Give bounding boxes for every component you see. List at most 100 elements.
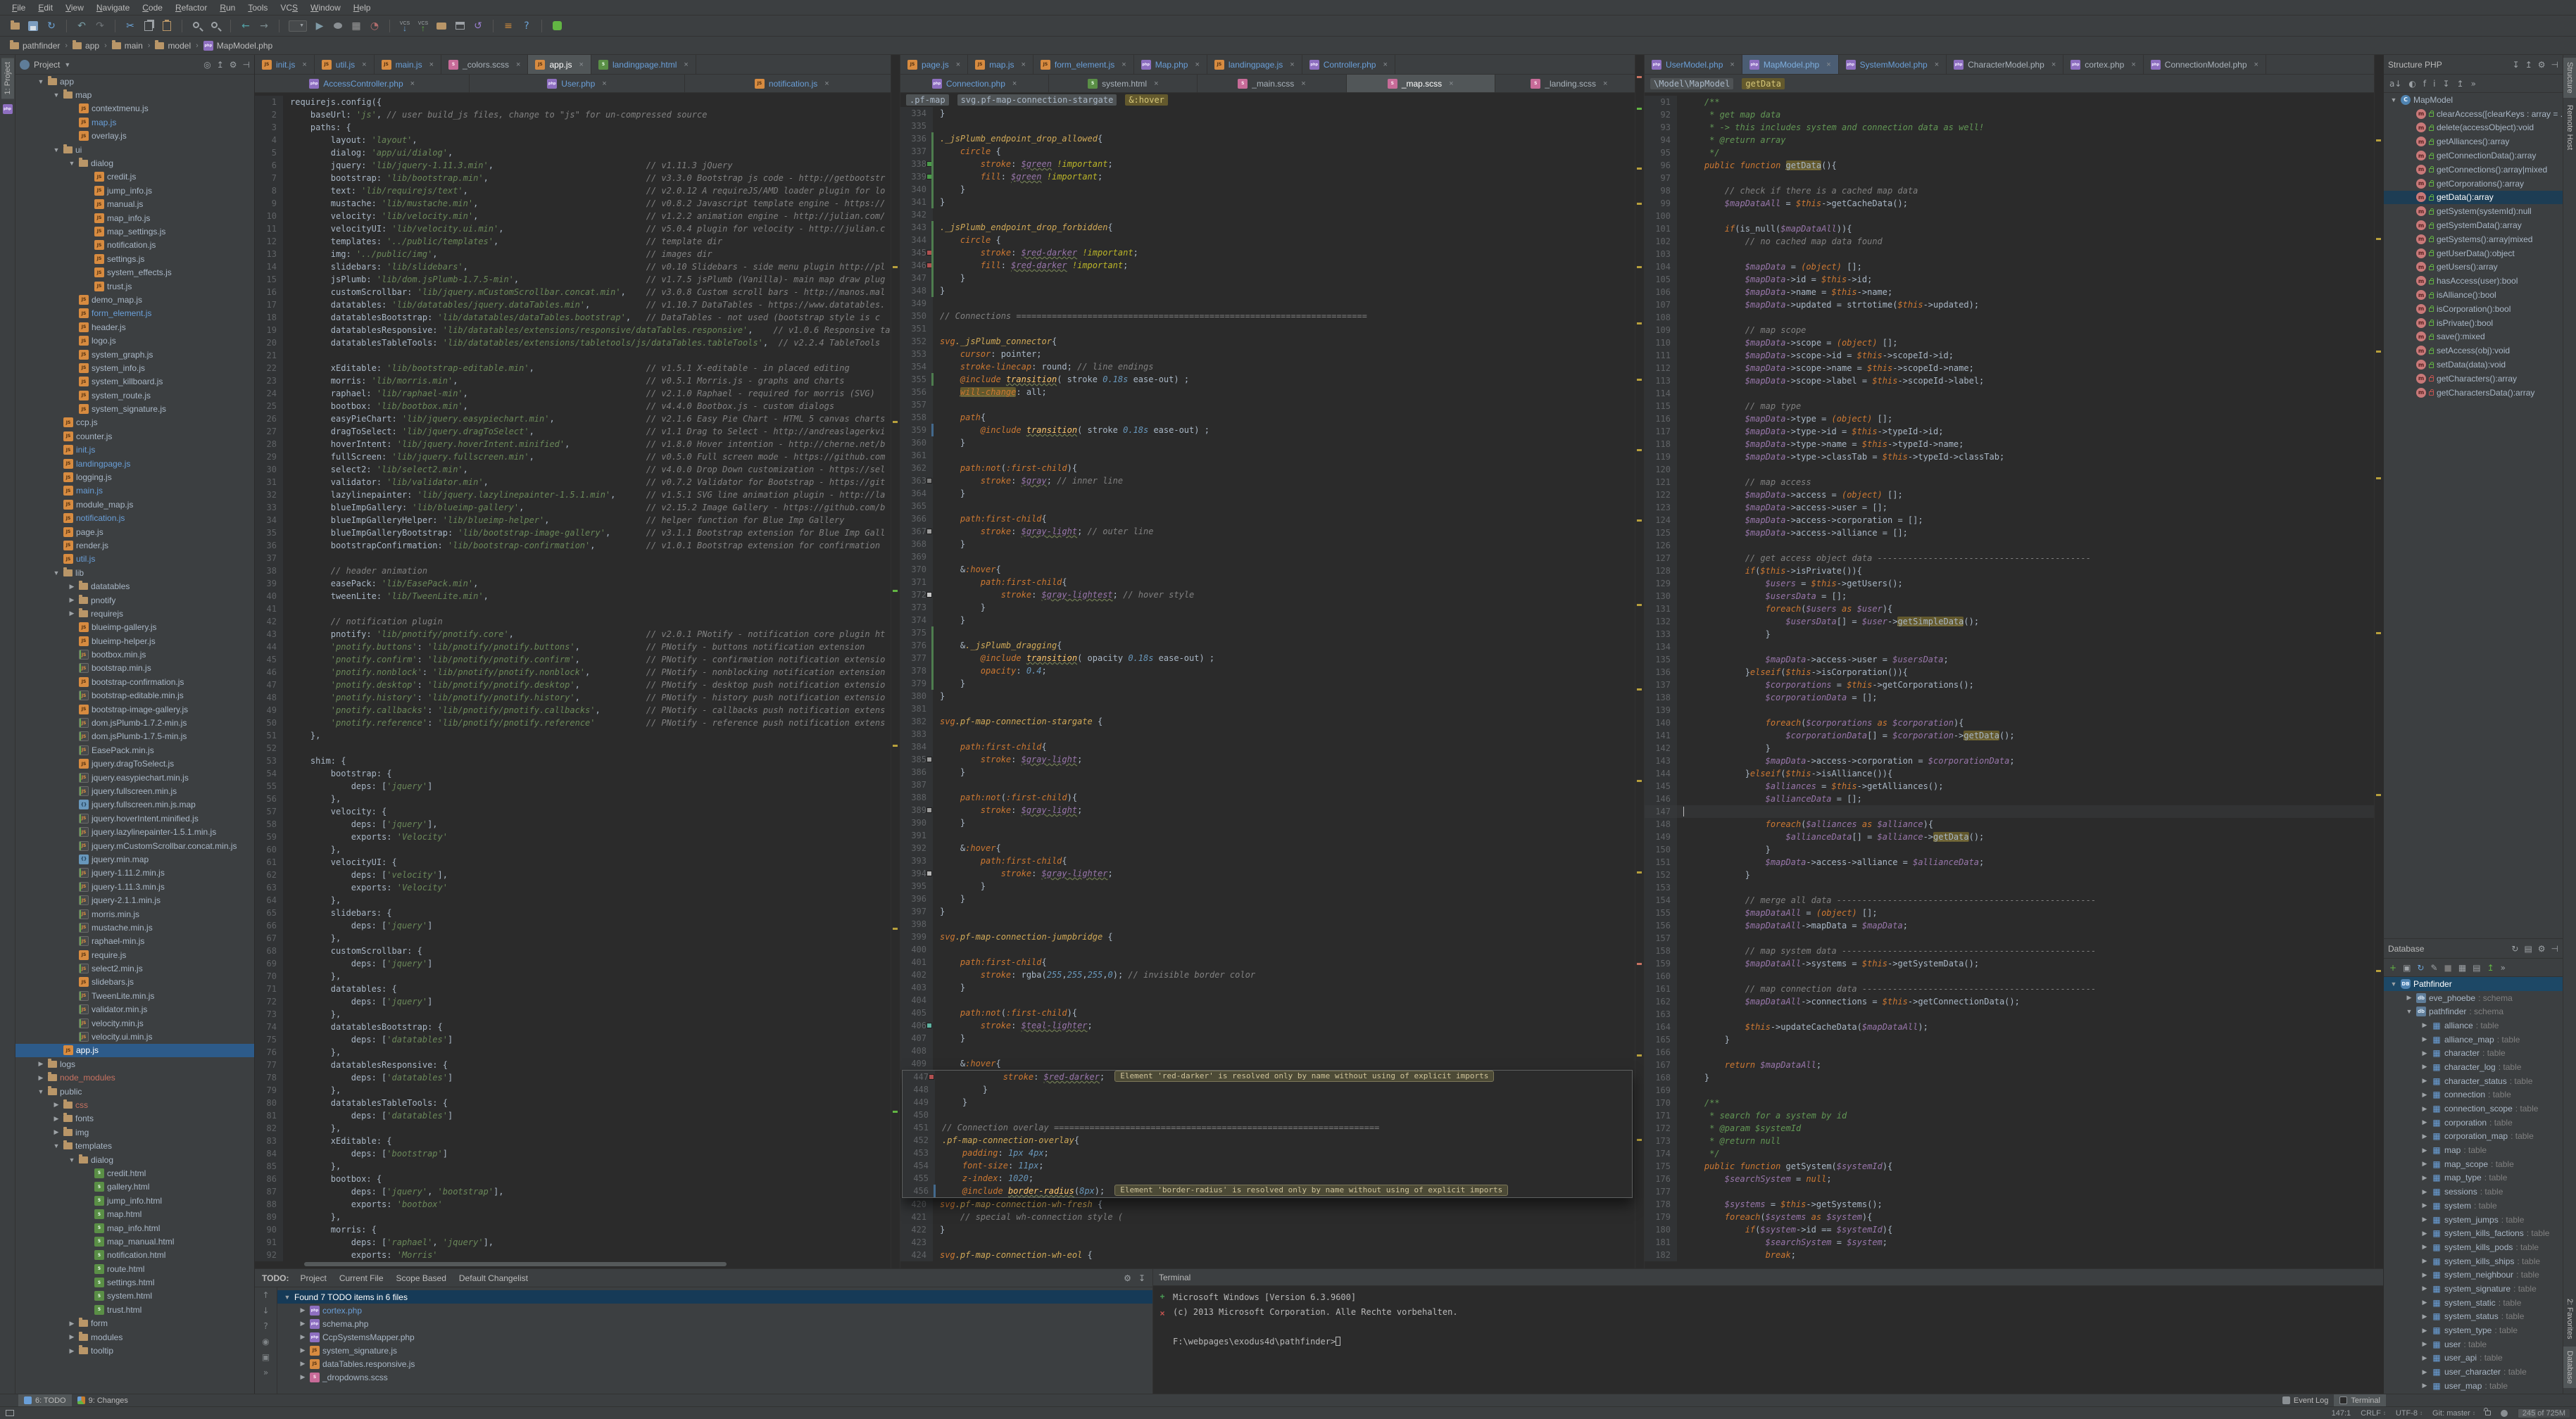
breadcrumb-chip[interactable]: &:hover xyxy=(1125,94,1168,106)
breadcrumb-chip[interactable]: svg.pf-map-connection-stargate xyxy=(957,94,1117,106)
close-tab-icon[interactable]: × xyxy=(602,80,606,88)
database-tree-row[interactable]: ▶▦character_status: table xyxy=(2384,1074,2563,1088)
close-tab-icon[interactable]: × xyxy=(956,61,960,69)
project-tree-row[interactable]: JSmap_settings.js xyxy=(15,225,254,238)
tab-MapModel.php[interactable]: phpMapModel.php× xyxy=(1742,55,1839,74)
encoding-selector[interactable]: UTF-8↕ xyxy=(2396,1409,2423,1418)
save-all-icon[interactable] xyxy=(25,18,41,34)
project-tree-row[interactable]: JSmain.js xyxy=(15,484,254,498)
tool-button-remote-host[interactable]: Remote Host xyxy=(2563,101,2576,154)
settings-icon[interactable]: ⚙ xyxy=(1124,1273,1131,1283)
project-tree-row[interactable]: ▶datatables xyxy=(15,579,254,593)
database-tree-row[interactable]: ▶▦character_log: table xyxy=(2384,1060,2563,1074)
more-icon[interactable]: » xyxy=(2471,79,2476,89)
tree-expander-icon[interactable]: ▼ xyxy=(2389,980,2398,988)
project-tree-row[interactable]: ▶css xyxy=(15,1098,254,1111)
project-tree-row[interactable]: JSsystem_route.js xyxy=(15,389,254,402)
project-tree-row[interactable]: JSsystem_killboard.js xyxy=(15,375,254,389)
structure-tree-row[interactable]: mgetSystem(systemId):null xyxy=(2384,204,2563,218)
close-tab-icon[interactable]: × xyxy=(1195,61,1199,69)
settings-icon[interactable]: ⚙ xyxy=(2538,944,2546,954)
breadcrumb-item[interactable]: main xyxy=(109,41,146,51)
tree-expander-icon[interactable]: ▶ xyxy=(2420,1230,2429,1237)
close-tab-icon[interactable]: × xyxy=(516,61,520,69)
database-tree-row[interactable]: ▶▦system_kills_pods: table xyxy=(2384,1240,2563,1254)
tree-expander-icon[interactable]: ▶ xyxy=(299,1373,307,1381)
tab-landingpage.html[interactable]: 5landingpage.html× xyxy=(591,55,696,74)
tree-expander-icon[interactable]: ▶ xyxy=(299,1320,307,1327)
tool-button-6-todo[interactable]: 6: TODO xyxy=(18,1394,72,1407)
menu-vcs[interactable]: VCS xyxy=(274,0,304,15)
project-tree-row[interactable]: ▶form xyxy=(15,1317,254,1330)
tree-expander-icon[interactable]: ▶ xyxy=(2420,1035,2429,1043)
tab-Map.php[interactable]: phpMap.php× xyxy=(1134,55,1207,74)
forward-icon[interactable]: → xyxy=(256,18,272,34)
project-tree-row[interactable]: JSbootbox.min.js xyxy=(15,648,254,661)
tree-expander-icon[interactable]: ▶ xyxy=(52,1115,61,1123)
database-tree-row[interactable]: ▶▦user_character: table xyxy=(2384,1365,2563,1379)
structure-tree-row[interactable]: mgetData():array xyxy=(2384,191,2563,205)
expand-all-icon[interactable]: ↧ xyxy=(2513,60,2520,70)
tab-CharacterModel.php[interactable]: phpCharacterModel.php× xyxy=(1947,55,2063,74)
preview-icon[interactable]: ↧ xyxy=(1138,1273,1145,1283)
tool-button-terminal[interactable]: Terminal xyxy=(2334,1394,2386,1407)
close-tab-icon[interactable]: × xyxy=(302,61,306,69)
structure-tree-row[interactable]: mhasAccess(user):bool xyxy=(2384,274,2563,288)
database-tree-row[interactable]: ▶▦connection: table xyxy=(2384,1088,2563,1102)
error-stripe-right[interactable] xyxy=(2374,55,2383,1268)
terminal-output[interactable]: Microsoft Windows [Version 6.3.9600](c) … xyxy=(1171,1286,1459,1354)
project-tree-row[interactable]: JSrender.js xyxy=(15,538,254,552)
structure-tree-row[interactable]: misPrivate():bool xyxy=(2384,316,2563,330)
tab-_main.scss[interactable]: S_main.scss× xyxy=(1198,75,1346,92)
project-tree-row[interactable]: JSbootstrap-image-gallery.js xyxy=(15,702,254,716)
project-tree-row[interactable]: 5map_info.html xyxy=(15,1221,254,1235)
close-tab-icon[interactable]: × xyxy=(1154,80,1158,88)
breadcrumb-item[interactable]: app xyxy=(70,41,102,51)
error-stripe-mark[interactable] xyxy=(2376,970,2381,972)
collapse-all-icon[interactable]: ↥ xyxy=(217,60,224,70)
project-tree-row[interactable]: JSblueimp-helper.js xyxy=(15,634,254,648)
tree-expander-icon[interactable]: ▶ xyxy=(2420,1077,2429,1085)
cut-icon[interactable]: ✂ xyxy=(122,18,138,34)
breadcrumb-item[interactable]: phpMapModel.php xyxy=(201,41,275,51)
tree-expander-icon[interactable]: ▼ xyxy=(52,92,61,99)
settings-icon[interactable]: ⚙ xyxy=(2538,60,2546,70)
tree-expander-icon[interactable]: ▶ xyxy=(2420,1299,2429,1306)
edit-icon[interactable]: ✎ xyxy=(2430,963,2437,973)
structure-tree-row[interactable]: mgetSystems():array|mixed xyxy=(2384,232,2563,246)
error-stripe-mark[interactable] xyxy=(893,928,898,930)
database-tree-row[interactable]: ▶▦user: table xyxy=(2384,1337,2563,1351)
shelve-icon[interactable] xyxy=(434,18,449,34)
menu-window[interactable]: Window xyxy=(304,0,347,15)
project-tree-row[interactable]: {}jquery.fullscreen.min.js.map xyxy=(15,798,254,812)
error-stripe-mark[interactable] xyxy=(1637,203,1642,205)
structure-tree-row[interactable]: ▼CMapModel xyxy=(2384,93,2563,107)
error-stripe-mark[interactable] xyxy=(1637,322,1642,324)
project-tree-row[interactable]: JSbootstrap-editable.min.js xyxy=(15,689,254,702)
project-tree-row[interactable]: JSvelocity.min.js xyxy=(15,1016,254,1030)
database-tree-row[interactable]: ▶▦alliance_map: table xyxy=(2384,1033,2563,1047)
project-tree-row[interactable]: 5trust.html xyxy=(15,1303,254,1316)
hide-icon[interactable]: ⊣ xyxy=(2551,60,2558,70)
replace-icon[interactable] xyxy=(208,18,223,34)
project-tree-row[interactable]: JSsystem_effects.js xyxy=(15,265,254,279)
menu-run[interactable]: Run xyxy=(213,0,241,15)
tab-notification.js[interactable]: JSnotification.js× xyxy=(685,75,900,92)
breadcrumb-item[interactable]: model xyxy=(152,41,194,51)
database-tree-row[interactable]: ▶▦system_type: table xyxy=(2384,1323,2563,1337)
open-folder-icon[interactable] xyxy=(7,18,23,34)
project-tree-row[interactable]: 5map_manual.html xyxy=(15,1235,254,1248)
menu-navigate[interactable]: Navigate xyxy=(90,0,136,15)
tree-expander-icon[interactable]: ▶ xyxy=(2420,1063,2429,1071)
menu-view[interactable]: View xyxy=(59,0,90,15)
tree-expander-icon[interactable]: ▶ xyxy=(37,1074,45,1082)
project-tree-row[interactable]: ▶logs xyxy=(15,1057,254,1071)
structure-tree-row[interactable]: misAlliance():bool xyxy=(2384,288,2563,302)
tree-expander-icon[interactable]: ▶ xyxy=(2420,1091,2429,1099)
stop-icon[interactable]: ■ xyxy=(2444,963,2452,973)
menu-help[interactable]: Help xyxy=(347,0,377,15)
project-tree-row[interactable]: 5settings.html xyxy=(15,1275,254,1289)
todo-scope-current-file[interactable]: Current File xyxy=(339,1273,384,1283)
tab-map.js[interactable]: JSmap.js× xyxy=(968,55,1033,74)
database-tree-row[interactable]: ▶▦alliance: table xyxy=(2384,1018,2563,1033)
